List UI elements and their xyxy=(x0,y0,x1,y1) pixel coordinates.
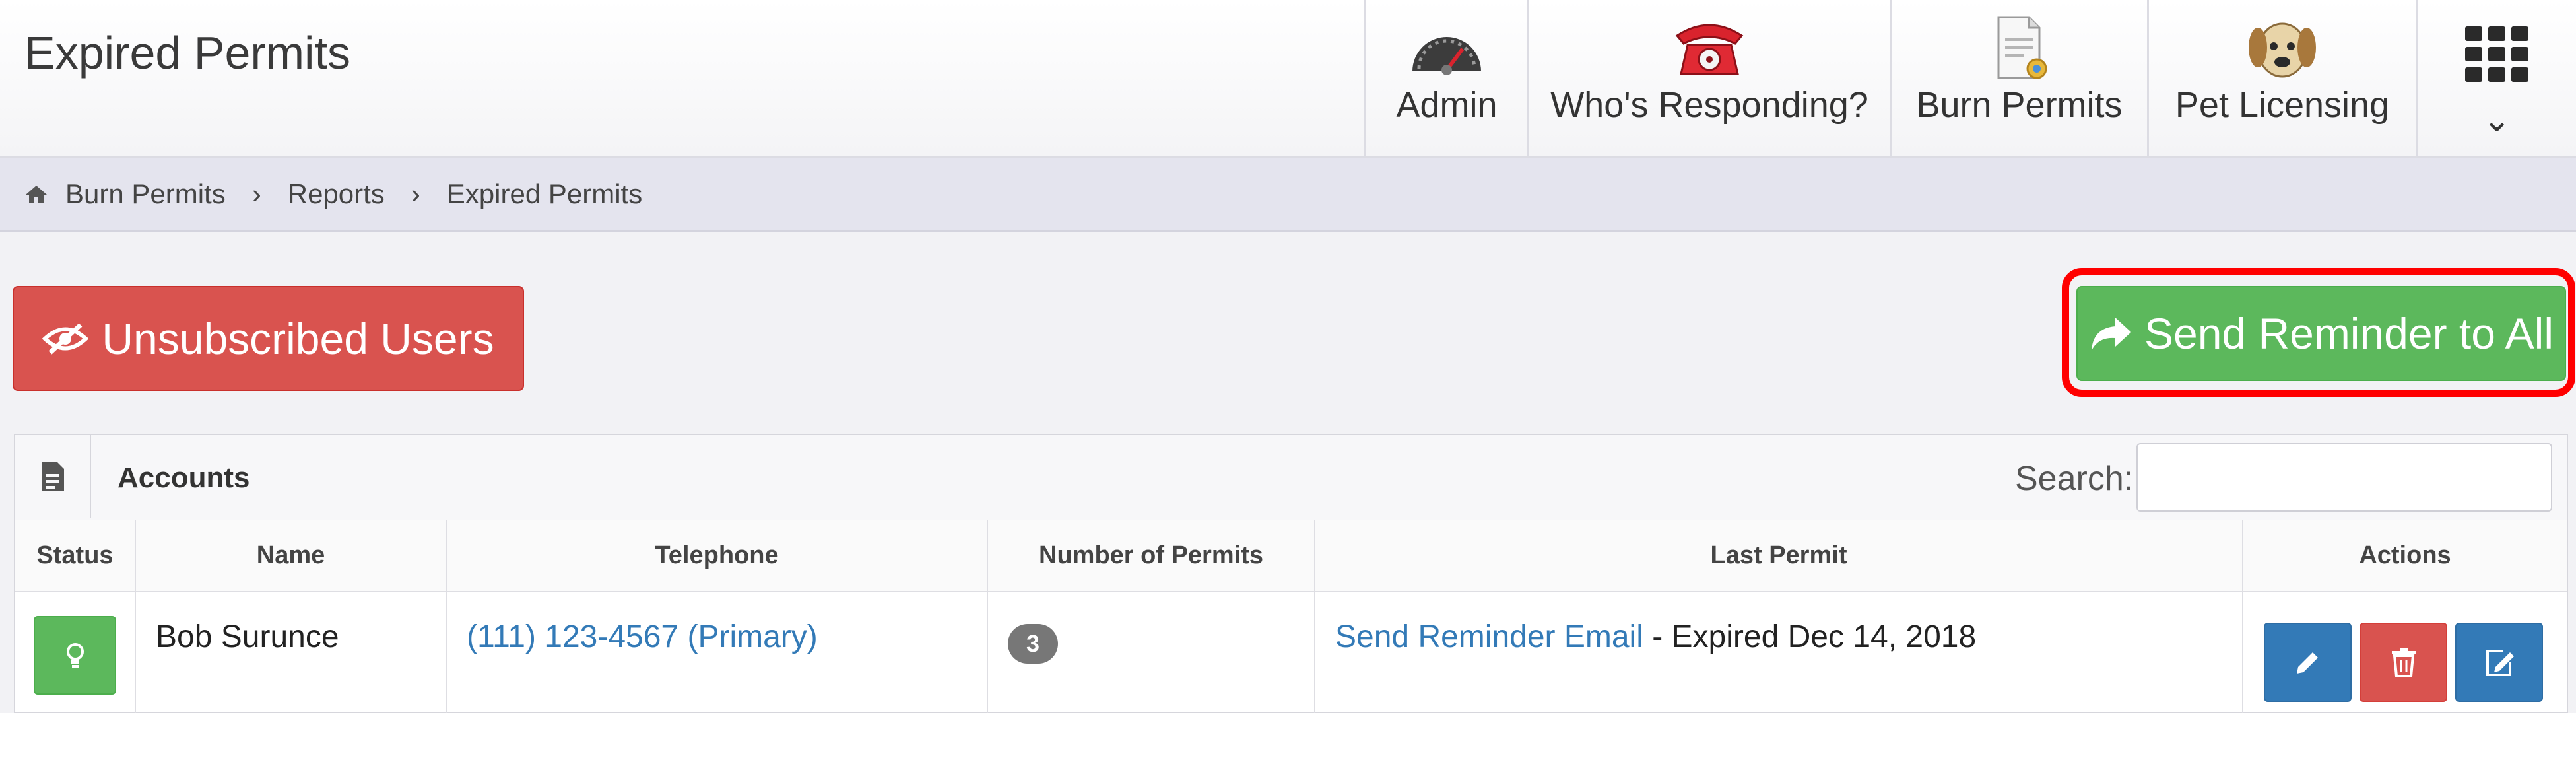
document-icon xyxy=(15,435,91,518)
grid-apps-icon xyxy=(2451,20,2543,88)
table-header-row: Status Name Telephone Number of Permits … xyxy=(15,520,2567,592)
chevron-right-icon: › xyxy=(251,178,261,209)
panel-header: Accounts Search: xyxy=(15,435,2567,521)
col-header-status[interactable]: Status xyxy=(15,520,136,592)
share-arrow-icon xyxy=(2091,318,2131,351)
unsubscribed-users-button[interactable]: Unsubscribed Users xyxy=(13,286,524,391)
last-permit-text: Send Reminder Email - Expired Dec 14, 20… xyxy=(1335,619,1976,655)
pencil-icon xyxy=(2296,652,2318,674)
accounts-table: Status Name Telephone Number of Permits … xyxy=(15,520,2567,713)
accounts-panel: Accounts Search: Status Name Telephone N… xyxy=(14,434,2568,713)
actions-cell xyxy=(2243,592,2567,713)
app-window: Expired Permits Admin Who's Responding? … xyxy=(0,0,2576,713)
account-name: Bob Surunce xyxy=(156,619,339,654)
speedometer-icon xyxy=(1401,15,1493,83)
breadcrumb: Burn Permits › Reports › Expired Permits xyxy=(0,158,2576,232)
search-label: Search: xyxy=(2015,460,2134,498)
send-reminder-to-all-label: Send Reminder to All xyxy=(2144,309,2554,358)
chevron-right-icon: › xyxy=(411,178,420,209)
nav-pet-licensing[interactable]: Pet Licensing xyxy=(2147,0,2416,156)
edit-details-button[interactable] xyxy=(2455,623,2543,702)
dog-icon xyxy=(2236,15,2328,83)
send-reminder-email-link[interactable]: Send Reminder Email xyxy=(1335,619,1643,654)
col-header-name[interactable]: Name xyxy=(135,520,447,592)
breadcrumb-burn-permits[interactable]: Burn Permits xyxy=(65,178,226,210)
permit-count-badge: 3 xyxy=(1008,624,1058,664)
search-input[interactable] xyxy=(2136,443,2552,512)
col-header-last-permit[interactable]: Last Permit xyxy=(1315,520,2243,592)
breadcrumb-expired-permits: Expired Permits xyxy=(446,178,643,209)
col-header-telephone[interactable]: Telephone xyxy=(446,520,988,592)
nav-admin[interactable]: Admin xyxy=(1364,0,1527,156)
col-header-permits[interactable]: Number of Permits xyxy=(987,520,1315,592)
nav-burn-permits-label: Burn Permits xyxy=(1916,85,2123,125)
nav-whos-responding[interactable]: Who's Responding? xyxy=(1527,0,1890,156)
eye-slash-icon xyxy=(42,322,89,355)
permits-cell: 3 xyxy=(987,592,1315,713)
delete-button[interactable] xyxy=(2360,623,2447,702)
table-row: Bob Surunce (111) 123-4567 (Primary) 3 S… xyxy=(15,592,2567,713)
home-icon[interactable] xyxy=(24,184,48,204)
edit-button[interactable] xyxy=(2264,623,2352,702)
expired-date-text: - Expired Dec 14, 2018 xyxy=(1643,619,1977,654)
edit-square-icon xyxy=(2486,650,2514,676)
page-title: Expired Permits xyxy=(24,27,351,79)
top-header: Expired Permits Admin Who's Responding? … xyxy=(0,0,2576,158)
status-toggle-button[interactable] xyxy=(34,616,116,695)
telephone-link[interactable]: (111) 123-4567 (Primary) xyxy=(467,619,818,655)
chevron-down-icon: ⌄ xyxy=(2482,101,2511,139)
panel-title: Accounts xyxy=(117,462,250,494)
apps-menu[interactable]: ⌄ xyxy=(2416,0,2576,156)
status-cell xyxy=(15,592,136,713)
col-header-actions: Actions xyxy=(2243,520,2567,592)
document-certificate-icon xyxy=(1973,15,2066,83)
nav-pet-licensing-label: Pet Licensing xyxy=(2175,85,2390,125)
nav-admin-label: Admin xyxy=(1396,85,1498,125)
last-permit-cell: Send Reminder Email - Expired Dec 14, 20… xyxy=(1315,592,2243,713)
breadcrumb-reports[interactable]: Reports xyxy=(288,178,385,210)
red-telephone-icon xyxy=(1663,15,1756,83)
nav-whos-responding-label: Who's Responding? xyxy=(1550,85,1868,125)
name-cell: Bob Surunce xyxy=(135,592,447,713)
send-reminder-to-all-button[interactable]: Send Reminder to All xyxy=(2076,286,2566,381)
nav-burn-permits[interactable]: Burn Permits xyxy=(1890,0,2147,156)
trash-icon xyxy=(2391,648,2416,677)
telephone-cell: (111) 123-4567 (Primary) xyxy=(446,592,988,713)
lightbulb-icon xyxy=(66,642,84,668)
unsubscribed-users-label: Unsubscribed Users xyxy=(102,314,494,363)
